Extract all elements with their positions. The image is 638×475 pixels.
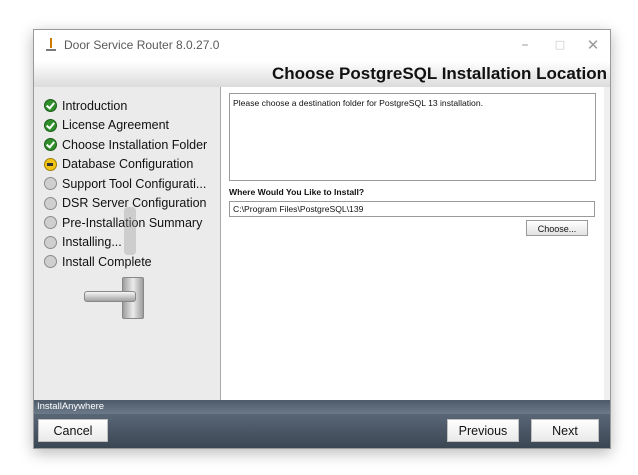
step-status-icon [44,216,57,230]
step-introduction: Introduction [44,96,207,116]
step-label: Database Configuration [62,157,194,172]
content-panel: Please choose a destination folder for P… [220,87,604,400]
step-status-icon [44,177,57,191]
app-icon [44,38,58,52]
step-choose-installation-folder: Choose Installation Folder [44,135,207,155]
step-label: Introduction [62,98,128,113]
step-label: Support Tool Configurati... [62,176,207,191]
maximize-button[interactable]: □ [549,35,571,55]
close-button[interactable]: ✕ [582,35,604,55]
title-bar[interactable]: Door Service Router 8.0.27.0 – □ ✕ [34,30,610,61]
installer-window: Door Service Router 8.0.27.0 – □ ✕ Choos… [33,29,611,449]
step-status-icon [44,138,57,152]
step-label: Install Complete [62,254,152,269]
install-path-input[interactable] [229,201,595,217]
next-button[interactable]: Next [531,419,599,442]
step-status-icon [44,118,57,132]
install-location-label: Where Would You Like to Install? [229,187,365,197]
step-label: Choose Installation Folder [62,137,208,152]
step-database-configuration: Database Configuration [44,155,207,175]
door-handle-icon [84,277,176,321]
choose-folder-button[interactable]: Choose... [526,220,588,236]
window-title: Door Service Router 8.0.27.0 [64,38,220,52]
step-license-agreement: License Agreement [44,116,207,136]
steps-sidebar: Introduction License Agreement Choose In… [34,87,220,400]
installanywhere-brand-bar: InstallAnywhere [34,400,610,414]
cancel-button[interactable]: Cancel [38,419,108,442]
step-current-arrow-icon [44,157,57,171]
page-title: Choose PostgreSQL Installation Location [271,64,607,83]
button-bar: Cancel Previous Next [34,414,610,448]
step-label: License Agreement [62,118,170,133]
step-status-icon [44,235,57,249]
minimize-button[interactable]: – [514,35,536,55]
step-status-icon [44,196,57,210]
step-label: Installing... [62,235,122,250]
brand-text: InstallAnywhere [37,401,105,412]
previous-button[interactable]: Previous [447,419,519,442]
step-status-icon [44,99,57,113]
description-box: Please choose a destination folder for P… [229,93,596,181]
step-install-complete: Install Complete [44,252,207,272]
step-status-icon [44,255,57,269]
step-support-tool-configuration: Support Tool Configurati... [44,174,207,194]
description-text: Please choose a destination folder for P… [233,98,484,108]
watermark-decoration [124,207,136,255]
